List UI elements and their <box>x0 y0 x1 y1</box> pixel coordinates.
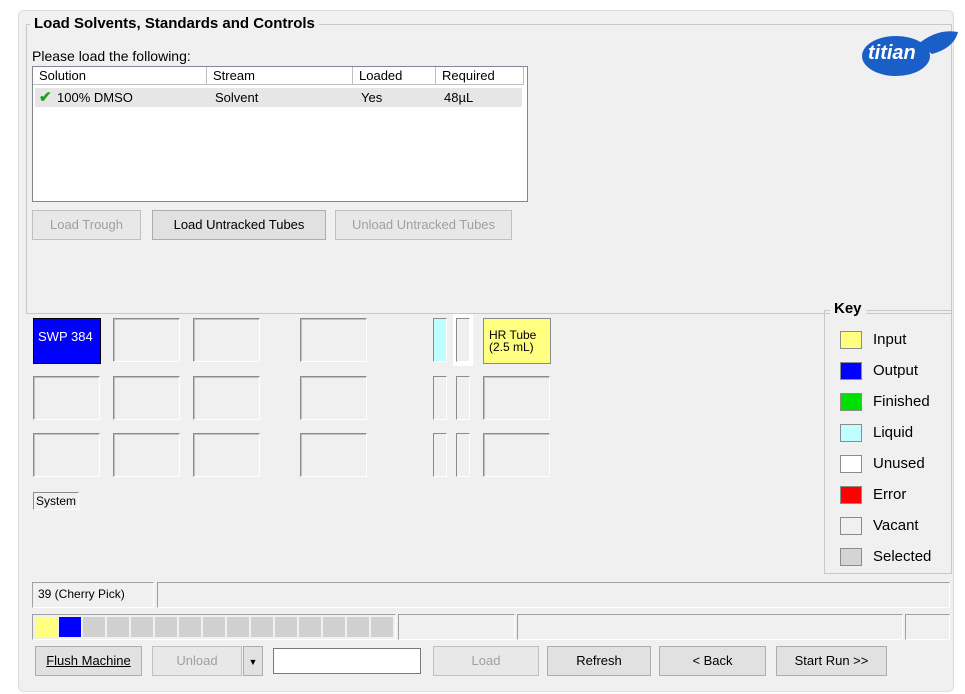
key-label: Input <box>873 331 907 348</box>
progress-cell <box>179 617 201 637</box>
status-field-4 <box>905 614 950 640</box>
plate-progress-bar <box>32 614 396 640</box>
deck-slot[interactable] <box>113 318 180 362</box>
deck-slot[interactable] <box>193 433 260 477</box>
start-run-button[interactable]: Start Run >> <box>776 646 887 676</box>
key-label: Selected <box>873 548 932 565</box>
deck-slot[interactable] <box>483 433 550 477</box>
unload-dropdown-button[interactable]: ▼ <box>243 646 263 676</box>
load-trough-button[interactable]: Load Trough <box>32 210 141 240</box>
progress-cell <box>347 617 369 637</box>
solutions-list[interactable]: Solution Stream Loaded Required ✔ 100% D… <box>32 66 528 202</box>
check-icon: ✔ <box>39 89 52 106</box>
titian-logo: titian <box>858 26 958 78</box>
key-label: Vacant <box>873 517 919 534</box>
load-untracked-tubes-button[interactable]: Load Untracked Tubes <box>152 210 326 240</box>
progress-cell <box>131 617 153 637</box>
progress-cell <box>83 617 105 637</box>
col-header-solution[interactable]: Solution <box>33 67 207 85</box>
progress-cell <box>155 617 177 637</box>
liquid-slot[interactable] <box>433 318 447 362</box>
barcode-input[interactable] <box>273 648 421 674</box>
key-label: Finished <box>873 393 930 410</box>
flush-machine-label: Flush Machine <box>46 653 131 668</box>
progress-cell <box>251 617 273 637</box>
key-label: Output <box>873 362 919 379</box>
col-header-required[interactable]: Required <box>436 67 524 85</box>
swatch-vacant <box>840 517 862 535</box>
system-label: System <box>33 492 80 510</box>
swatch-unused <box>840 455 862 473</box>
swp384-label: SWP 384 <box>38 329 93 344</box>
group-title: Load Solvents, Standards and Controls <box>30 15 319 32</box>
unload-untracked-tubes-button[interactable]: Unload Untracked Tubes <box>335 210 512 240</box>
progress-cell <box>371 617 393 637</box>
deck-slot[interactable] <box>113 376 180 420</box>
unload-label: Unload <box>176 653 218 668</box>
progress-cell <box>107 617 129 637</box>
deck-slot[interactable] <box>193 318 260 362</box>
key-label: Error <box>873 486 907 503</box>
deck-slot-narrow[interactable] <box>456 433 470 477</box>
swatch-input <box>840 331 862 349</box>
deck-slot-narrow[interactable] <box>433 433 447 477</box>
table-row[interactable]: ✔ 100% DMSO Solvent Yes 48µL <box>35 88 522 107</box>
swatch-liquid <box>840 424 862 442</box>
cell-required: 48µL <box>444 90 474 105</box>
slot-hr-tube[interactable]: HR Tube (2.5 mL) <box>483 318 551 364</box>
prompt-label: Please load the following: <box>32 48 191 64</box>
refresh-button[interactable]: Refresh <box>547 646 651 676</box>
deck-slot[interactable] <box>300 433 367 477</box>
swatch-finished <box>840 393 862 411</box>
deck-slot[interactable] <box>33 376 100 420</box>
unload-button[interactable]: Unload <box>152 646 242 676</box>
progress-cell <box>299 617 321 637</box>
key-label: Liquid <box>873 424 914 441</box>
logo-text: titian <box>868 42 916 64</box>
progress-cell <box>59 617 81 637</box>
swatch-selected <box>840 548 862 566</box>
deck-slot[interactable] <box>33 433 100 477</box>
progress-cell <box>35 617 57 637</box>
deck-slot-narrow[interactable] <box>433 376 447 420</box>
status-message-field <box>157 582 950 608</box>
deck-slot-narrow[interactable] <box>456 376 470 420</box>
deck-slot[interactable] <box>300 376 367 420</box>
deck-slot-narrow[interactable] <box>456 318 470 362</box>
task-status-text: 39 (Cherry Pick) <box>38 587 125 601</box>
load-button[interactable]: Load <box>433 646 539 676</box>
back-button[interactable]: < Back <box>659 646 766 676</box>
status-field-2 <box>398 614 515 640</box>
swatch-error <box>840 486 862 504</box>
cell-stream: Solvent <box>215 90 259 105</box>
key-label: Unused <box>873 455 925 472</box>
slot-swp384[interactable]: SWP 384 <box>33 318 101 364</box>
task-status-field: 39 (Cherry Pick) <box>32 582 154 608</box>
hr-tube-label: HR Tube (2.5 mL) <box>489 328 537 354</box>
cell-loaded: Yes <box>361 90 383 105</box>
deck-slot[interactable] <box>113 433 180 477</box>
deck-slot[interactable] <box>193 376 260 420</box>
col-header-loaded[interactable]: Loaded <box>353 67 436 85</box>
flush-machine-button[interactable]: Flush Machine <box>35 646 142 676</box>
cell-solution: 100% DMSO <box>57 90 133 105</box>
progress-cell <box>227 617 249 637</box>
progress-cell <box>203 617 225 637</box>
chevron-down-icon: ▼ <box>248 657 258 667</box>
key-title: Key <box>830 300 866 317</box>
deck-slot[interactable] <box>300 318 367 362</box>
swatch-output <box>840 362 862 380</box>
deck-slot[interactable] <box>483 376 550 420</box>
progress-cell <box>275 617 297 637</box>
status-field-3 <box>517 614 903 640</box>
progress-cell <box>323 617 345 637</box>
col-header-stream[interactable]: Stream <box>207 67 353 85</box>
